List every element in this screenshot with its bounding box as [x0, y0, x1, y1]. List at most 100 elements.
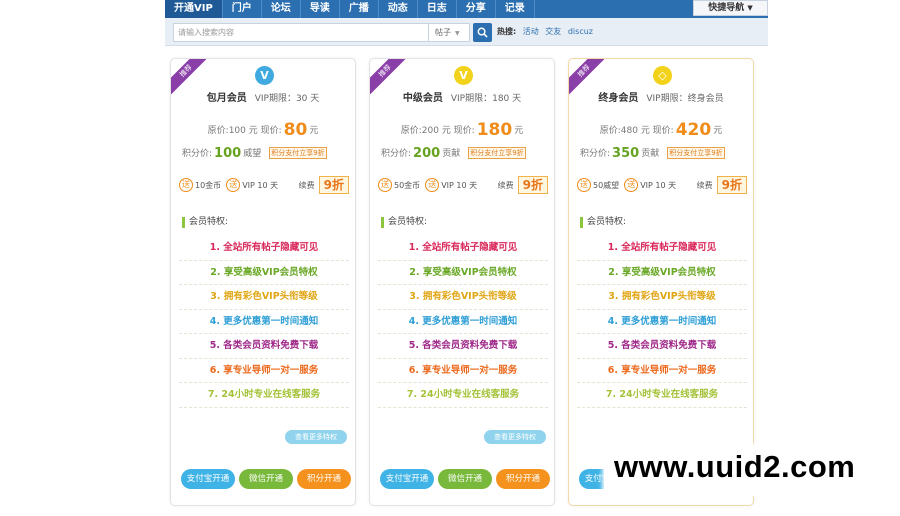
pay-buttons: 支付宝开通 微信开通 积分开通 [181, 469, 351, 489]
gift-icon: 送 [226, 178, 241, 192]
gift-prestige: 50威望 [593, 180, 620, 190]
nav-item-record[interactable]: 记录 [496, 0, 535, 18]
original-price: 原价:200 元 现价: [400, 126, 475, 136]
gift-vip-days: VIP 10 天 [640, 180, 677, 190]
search-icon [477, 27, 488, 38]
perk-item: 2. 享受高级VIP会员特权 [577, 261, 747, 285]
points-unit: 威望 [243, 149, 262, 159]
search-scope-select[interactable]: 帖子 ▼ [428, 23, 470, 42]
wechat-pay-button[interactable]: 微信开通 [438, 469, 492, 489]
renew-label: 续费 [298, 180, 315, 190]
wechat-pay-button[interactable]: 微信开通 [239, 469, 293, 489]
renew-discount: 9折 [517, 176, 548, 194]
gift-icon: 送 [425, 178, 440, 192]
gift-row: 送 10金币 送 VIP 10 天 续费 9折 [179, 174, 349, 196]
price-row: 原价:480 元 现价: 420 元 [569, 120, 753, 140]
points-price-row: 积分价: 100 威望 积分支付立享9折 [182, 146, 327, 161]
points-label: 积分价: [182, 149, 213, 159]
plan-name: 中级会员 [402, 93, 443, 104]
renew-label: 续费 [696, 180, 713, 190]
hot-term[interactable]: 交友 [545, 27, 561, 36]
search-bar: 请输入搜索内容 帖子 ▼ 热搜: 活动 交友 discuz [165, 18, 768, 46]
nav-item-broadcast[interactable]: 广播 [340, 0, 379, 18]
gift-coins: 50金币 [394, 180, 421, 190]
points-price-row: 积分价: 200 贡献 积分支付立享9折 [381, 146, 526, 161]
more-perks-button[interactable]: 查看更多特权 [285, 430, 347, 444]
plan-name: 终身会员 [598, 93, 639, 104]
diamond-icon: ◇ [653, 66, 672, 85]
perk-item: 5. 各类会员资料免费下载 [179, 334, 349, 359]
perks-heading: 会员特权: [580, 217, 626, 228]
plan-limit: VIP期限：180 天 [450, 94, 522, 104]
gift-row: 送 50威望 送 VIP 10 天 续费 9折 [577, 174, 747, 196]
points-discount-tag: 积分支付立享9折 [269, 147, 327, 159]
gift-coins: 10金币 [195, 180, 222, 190]
gift-icon: 送 [378, 178, 392, 192]
vip-card-lifetime: 推荐 ◇ 终身会员 VIP期限：终身会员 原价:480 元 现价: 420 元 积分价… [568, 58, 754, 506]
gift-vip-days: VIP 10 天 [441, 180, 478, 190]
price-unit: 元 [713, 126, 723, 136]
points-price: 350 [612, 146, 640, 161]
search-input[interactable]: 请输入搜索内容 [173, 23, 435, 42]
current-price: 420 [675, 120, 712, 140]
points-pay-button[interactable]: 积分开通 [297, 469, 351, 489]
perk-item: 6. 享专业导师一对一服务 [378, 359, 548, 383]
points-label: 积分价: [381, 149, 412, 159]
nav-item-vip[interactable]: 开通VIP [165, 0, 223, 18]
search-scope-value: 帖子 [435, 28, 451, 37]
perks-list: 1. 全站所有帖子隐藏可见 2. 享受高级VIP会员特权 3. 拥有彩色VIP头… [378, 236, 548, 408]
renew-label: 续费 [497, 180, 514, 190]
gift-icon: 送 [624, 178, 639, 192]
alipay-button[interactable]: 支付宝开通 [181, 469, 235, 489]
watermark: www.uuid2.com [604, 446, 891, 496]
plan-limit: VIP期限：30 天 [254, 94, 320, 104]
caret-down-icon: ▼ [747, 4, 753, 12]
points-unit: 贡献 [641, 149, 660, 159]
gift-row: 送 50金币 送 VIP 10 天 续费 9折 [378, 174, 548, 196]
perk-item: 6. 享专业导师一对一服务 [577, 359, 747, 383]
renew-discount: 9折 [318, 176, 349, 194]
points-price-row: 积分价: 350 贡献 积分支付立享9折 [580, 146, 725, 161]
nav-item-share[interactable]: 分享 [457, 0, 496, 18]
perk-item: 4. 更多优惠第一时间通知 [179, 310, 349, 334]
points-price: 100 [214, 146, 242, 161]
nav-item-portal[interactable]: 门户 [223, 0, 262, 18]
hot-search: 热搜: 活动 交友 discuz [497, 26, 597, 37]
hot-term[interactable]: 活动 [523, 27, 539, 36]
perk-item: 2. 享受高级VIP会员特权 [378, 261, 548, 285]
perk-item: 1. 全站所有帖子隐藏可见 [179, 236, 349, 261]
nav-item-blog[interactable]: 日志 [418, 0, 457, 18]
perk-item: 3. 拥有彩色VIP头衔等级 [378, 285, 548, 310]
nav-item-forum[interactable]: 论坛 [262, 0, 301, 18]
nav-item-guide[interactable]: 导读 [301, 0, 340, 18]
vip-card-monthly: 推荐 V 包月会员 VIP期限：30 天 原价:100 元 现价: 80 元 积分价:… [170, 58, 356, 506]
price-row: 原价:100 元 现价: 80 元 [171, 120, 355, 140]
original-price: 原价:100 元 现价: [207, 126, 282, 136]
top-nav: 开通VIP 门户 论坛 导读 广播 动态 日志 分享 记录 [165, 0, 768, 18]
search-button[interactable] [473, 23, 492, 42]
perks-list: 1. 全站所有帖子隐藏可见 2. 享受高级VIP会员特权 3. 拥有彩色VIP头… [179, 236, 349, 408]
vip-badge-icon: V [255, 66, 274, 85]
points-pay-button[interactable]: 积分开通 [496, 469, 550, 489]
caret-down-icon: ▼ [455, 30, 460, 37]
gift-vip-days: VIP 10 天 [242, 180, 279, 190]
alipay-button[interactable]: 支付宝开通 [380, 469, 434, 489]
perks-heading: 会员特权: [381, 217, 427, 228]
points-discount-tag: 积分支付立享9折 [468, 147, 526, 159]
points-label: 积分价: [580, 149, 611, 159]
perk-item: 3. 拥有彩色VIP头衔等级 [179, 285, 349, 310]
hot-term[interactable]: discuz [568, 27, 593, 36]
vip-page: 开通VIP 门户 论坛 导读 广播 动态 日志 分享 记录 快捷导航 ▼ 请输入搜… [0, 0, 900, 516]
quick-nav-button[interactable]: 快捷导航 ▼ [693, 0, 768, 16]
perk-item: 7. 24小时专业在线客服务 [179, 383, 349, 408]
perk-item: 4. 更多优惠第一时间通知 [378, 310, 548, 334]
perks-list: 1. 全站所有帖子隐藏可见 2. 享受高级VIP会员特权 3. 拥有彩色VIP头… [577, 236, 747, 408]
vip-badge-icon: V [454, 66, 473, 85]
more-perks-button[interactable]: 查看更多特权 [484, 430, 546, 444]
plan-name: 包月会员 [206, 93, 247, 104]
vip-card-intermediate: 推荐 V 中级会员 VIP期限：180 天 原价:200 元 现价: 180 元 积分… [369, 58, 555, 506]
original-price: 原价:480 元 现价: [599, 126, 674, 136]
perk-item: 4. 更多优惠第一时间通知 [577, 310, 747, 334]
nav-item-feed[interactable]: 动态 [379, 0, 418, 18]
perk-item: 1. 全站所有帖子隐藏可见 [378, 236, 548, 261]
